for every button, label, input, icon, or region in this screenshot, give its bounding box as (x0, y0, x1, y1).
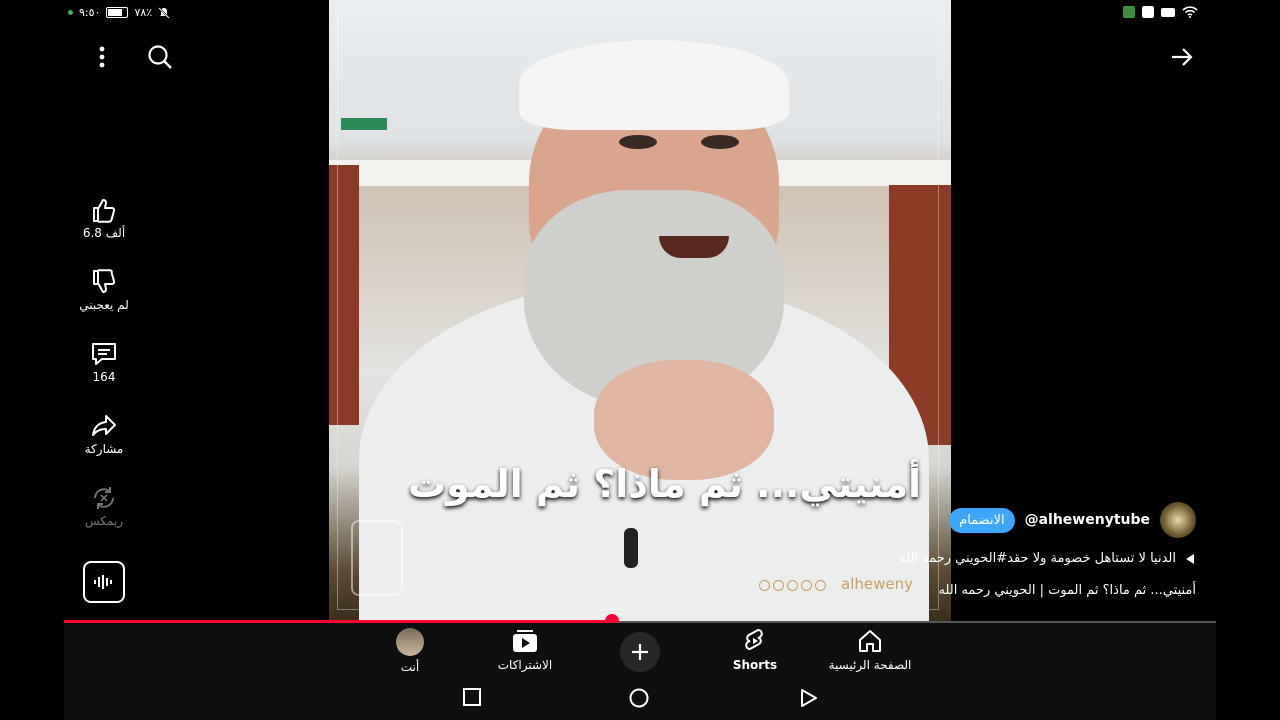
dislike-label: لم يعجبني (79, 298, 129, 312)
share-icon (92, 415, 116, 436)
dislike-button[interactable]: لم يعجبني (74, 268, 134, 312)
app-notification-icon (1123, 6, 1135, 18)
video-player[interactable]: أمنيتي... ثم ماذا؟ ثم الموت alheweny (329, 0, 951, 622)
user-avatar (396, 628, 424, 656)
more-options-button[interactable] (87, 42, 117, 72)
comments-button[interactable]: 164 (74, 340, 134, 384)
channel-calligraphy-logo (351, 520, 403, 596)
subscriptions-icon (513, 630, 537, 652)
nav-subscriptions-label: الاشتراكات (497, 658, 553, 672)
nav-shorts[interactable]: Shorts (705, 628, 805, 672)
remix-icon (94, 487, 114, 509)
nav-you-label: أنت (400, 660, 420, 674)
shorts-icon (745, 628, 763, 651)
nav-home-label: الصفحة الرئيسية (828, 658, 912, 672)
like-button[interactable]: 6.8 ألف (74, 196, 134, 240)
social-icons-row (759, 580, 826, 591)
social-icon (773, 580, 784, 591)
social-icon (815, 580, 826, 591)
back-system-button[interactable] (800, 688, 818, 708)
video-title[interactable]: أمنيتي... ثم ماذا؟ ثم الموت | الحويني رح… (938, 583, 1196, 598)
channel-handle[interactable]: @alhewenytube (1025, 512, 1150, 528)
video-caption-title: أمنيتي... ثم ماذا؟ ثم الموت (407, 462, 921, 506)
create-button[interactable] (620, 632, 660, 672)
comments-count: 164 (92, 370, 116, 384)
battery-icon (106, 7, 129, 18)
status-time: ٩:٥٠ (79, 6, 101, 19)
back-button[interactable] (1167, 42, 1197, 72)
kebab-menu-icon (99, 46, 105, 68)
playlist-text: الدنيا لا تستاهل خصومة ولا حقد#الحويني ر… (899, 551, 1176, 566)
search-button[interactable] (145, 42, 175, 72)
join-button[interactable]: الانضمام (949, 507, 1015, 533)
comment-icon (92, 343, 116, 365)
video-watermark: alheweny (841, 575, 913, 593)
channel-row: الانضمام @alhewenytube (949, 502, 1196, 538)
audio-waveform-icon (94, 575, 112, 589)
mute-icon (158, 6, 170, 19)
social-icon (801, 580, 812, 591)
share-label: مشاركة (84, 442, 124, 456)
remix-label: ريمكس (85, 514, 123, 528)
remix-button[interactable]: ريمكس (74, 484, 134, 528)
app-notification-icon (1142, 6, 1154, 18)
home-icon (859, 630, 881, 652)
wifi-icon (1182, 6, 1198, 18)
recent-apps-button[interactable] (463, 688, 481, 706)
plus-icon (632, 644, 648, 660)
play-icon (1186, 553, 1194, 564)
playlist-link[interactable]: الدنيا لا تستاهل خصومة ولا حقد#الحويني ر… (899, 551, 1196, 566)
sound-button[interactable] (83, 561, 125, 603)
social-icon (787, 580, 798, 591)
nav-subscriptions[interactable]: الاشتراكات (475, 628, 575, 672)
thumbs-down-icon (93, 269, 116, 293)
arrow-right-icon (1172, 48, 1193, 66)
like-count: 6.8 ألف (82, 226, 126, 240)
video-frame-border (337, 10, 939, 610)
nav-home[interactable]: الصفحة الرئيسية (820, 628, 920, 672)
thumbs-up-icon (93, 199, 116, 223)
cast-icon (1161, 7, 1175, 17)
status-bar-left: ٩:٥٠ ٧٨٪ (68, 6, 170, 19)
battery-level: ٧٨٪ (134, 6, 153, 19)
share-button[interactable]: مشاركة (74, 412, 134, 456)
nav-shorts-label: Shorts (732, 658, 778, 672)
status-bar-right (1123, 6, 1198, 18)
status-dot-icon (68, 10, 73, 15)
channel-avatar[interactable] (1160, 502, 1196, 538)
nav-you[interactable]: أنت (360, 628, 460, 674)
home-system-button[interactable] (629, 688, 649, 708)
search-icon (148, 45, 172, 69)
social-icon (759, 580, 770, 591)
